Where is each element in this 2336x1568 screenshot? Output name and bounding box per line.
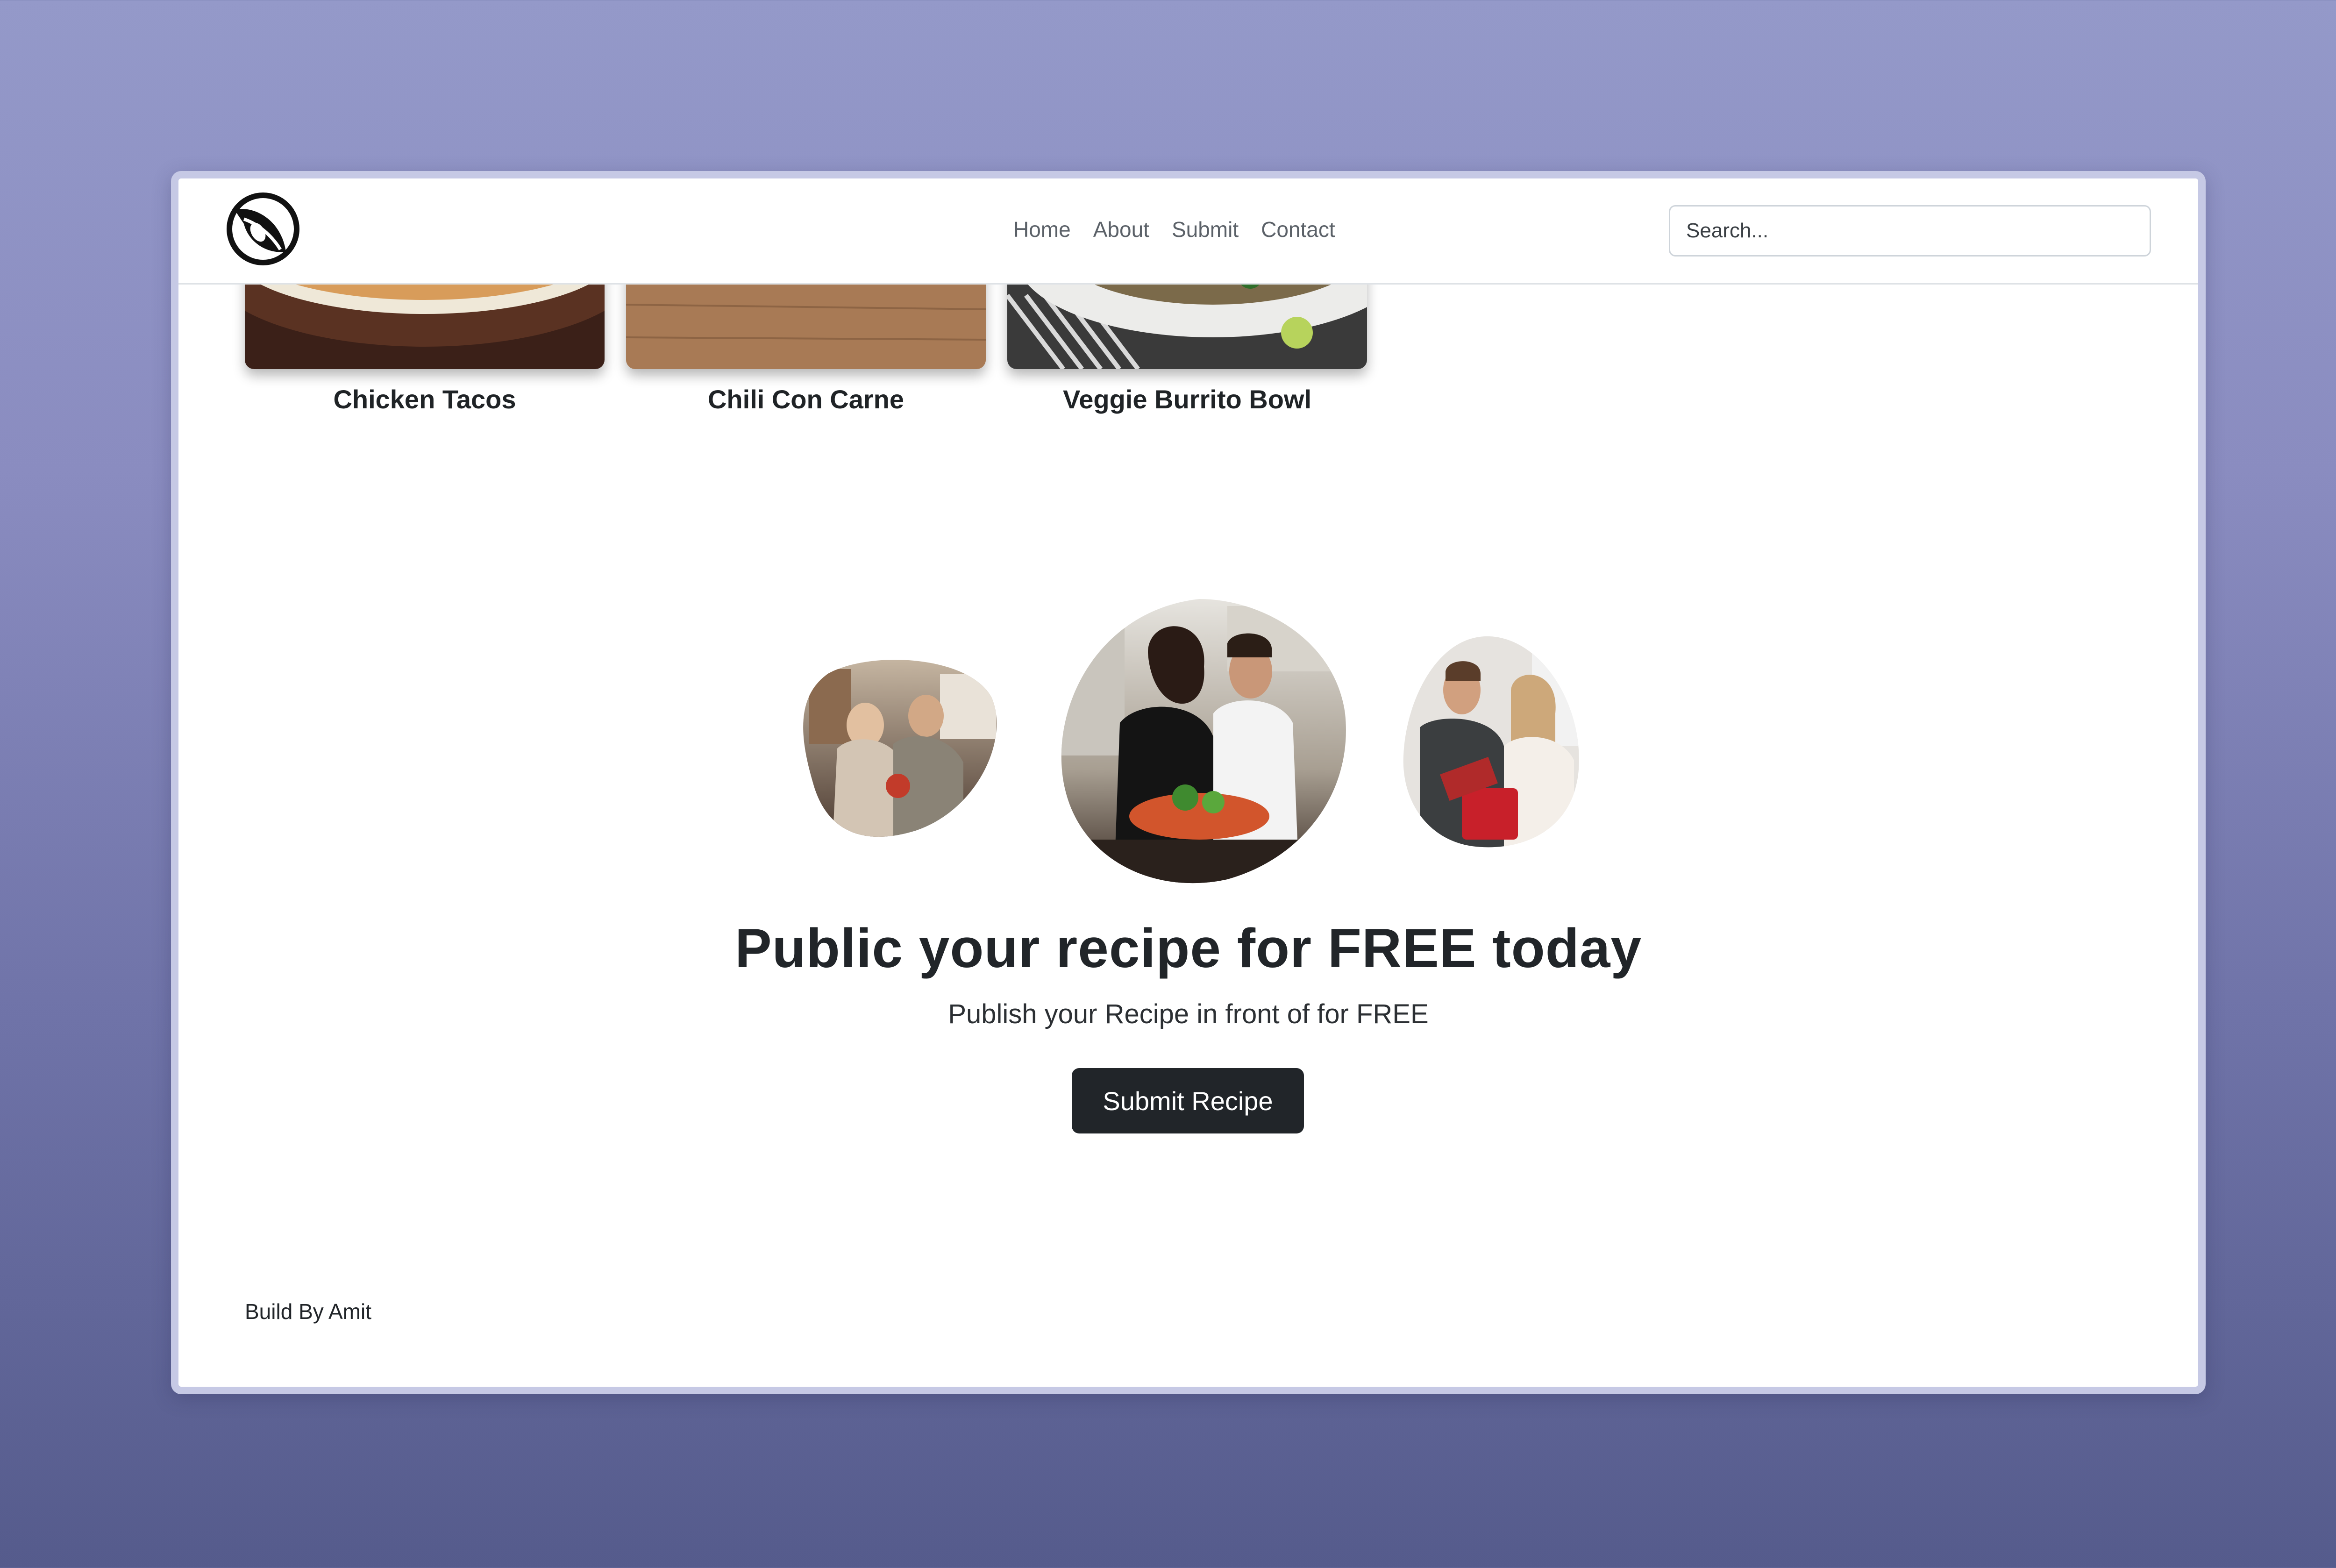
browser-frame: Home About Submit Contact Chicken Tacos [171, 171, 2206, 1394]
cooking-couple-photo-center [1059, 597, 1346, 884]
cta-headline: Public your recipe for FREE today [734, 918, 1642, 979]
cooking-couple-photo-left [800, 655, 1001, 842]
leaf-circle-logo-icon[interactable] [225, 191, 301, 267]
site-header: Home About Submit Contact [178, 178, 2198, 285]
nav-contact-link[interactable]: Contact [1261, 217, 1335, 242]
nav-about-link[interactable]: About [1093, 217, 1149, 242]
recipe-title[interactable]: Chili Con Carne [626, 384, 986, 414]
nav-submit-link[interactable]: Submit [1172, 217, 1239, 242]
page-window: Home About Submit Contact Chicken Tacos [178, 178, 2198, 1387]
main-nav: Home About Submit Contact [1013, 217, 1335, 242]
submit-recipe-button[interactable]: Submit Recipe [1072, 1068, 1304, 1133]
search-input[interactable] [1669, 205, 2151, 257]
nav-home-link[interactable]: Home [1013, 217, 1071, 242]
footer-credit: Build By Amit [245, 1299, 371, 1324]
recipe-title[interactable]: Veggie Burrito Bowl [1007, 384, 1367, 414]
cta-subline: Publish your Recipe in front of for FREE [948, 999, 1429, 1029]
recipe-title[interactable]: Chicken Tacos [245, 384, 605, 414]
cooking-couple-photo-right [1401, 634, 1581, 849]
